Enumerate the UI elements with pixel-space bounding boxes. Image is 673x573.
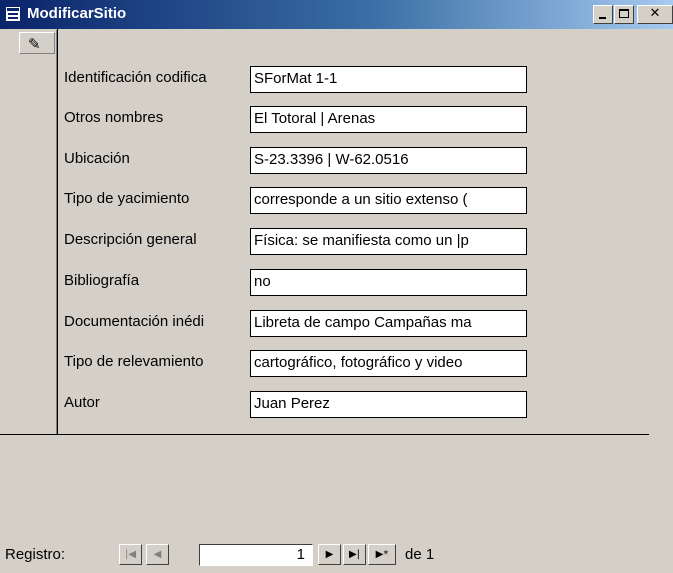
record-navigation-bar: Registro: |◀ ◀ 1 ▶ ▶| ▶* de 1	[0, 542, 673, 568]
first-record-icon: |◀	[124, 549, 137, 560]
close-button[interactable]: ✕	[637, 5, 673, 24]
bibliografia-field[interactable]: no	[250, 269, 527, 296]
otros-nombres-field[interactable]: El Totoral | Arenas	[250, 106, 527, 133]
previous-record-icon: ◀	[153, 549, 162, 560]
field-row-descripcion: Descripción general Física: se manifiest…	[0, 227, 673, 255]
field-row-otros-nombres: Otros nombres El Totoral | Arenas	[0, 105, 673, 133]
field-row-documentacion: Documentación inédi Libreta de campo Cam…	[0, 309, 673, 337]
last-record-icon: ▶|	[348, 549, 361, 560]
new-record-icon: ▶*	[375, 549, 389, 560]
close-icon: ✕	[649, 6, 661, 21]
title-bar[interactable]: ModificarSitio ✕	[0, 0, 673, 29]
documentacion-field[interactable]: Libreta de campo Campañas ma	[250, 310, 527, 337]
record-label: Registro:	[5, 546, 66, 563]
form-icon[interactable]	[5, 6, 21, 22]
field-row-ubicacion: Ubicación S-23.3396 | W-62.0516	[0, 146, 673, 174]
field-label: Identificación codifica	[64, 69, 207, 86]
field-label: Ubicación	[64, 150, 130, 167]
field-row-autor: Autor Juan Perez	[0, 390, 673, 418]
next-record-icon: ▶	[325, 549, 334, 560]
field-row-identificacion: Identificación codifica SForMat 1-1	[0, 65, 673, 93]
window-title: ModificarSitio	[27, 5, 127, 22]
record-count-text: de 1	[405, 546, 435, 563]
record-number-input[interactable]: 1	[199, 544, 313, 566]
previous-record-button[interactable]: ◀	[146, 544, 169, 565]
pencil-icon: ✎	[28, 35, 41, 53]
field-label: Documentación inédi	[64, 313, 205, 330]
form-window: ModificarSitio ✕ ✎ Identificación codifi…	[0, 0, 673, 573]
new-record-button[interactable]: ▶*	[368, 544, 396, 565]
field-row-bibliografia: Bibliografía no	[0, 268, 673, 296]
next-record-button[interactable]: ▶	[318, 544, 341, 565]
ubicacion-field[interactable]: S-23.3396 | W-62.0516	[250, 147, 527, 174]
maximize-icon	[619, 9, 629, 18]
descripcion-field[interactable]: Física: se manifiesta como un |p	[250, 228, 527, 255]
field-row-tipo-relevamiento: Tipo de relevamiento cartográfico, fotog…	[0, 349, 673, 377]
maximize-button[interactable]	[614, 5, 634, 24]
minimize-button[interactable]	[593, 5, 613, 24]
last-record-button[interactable]: ▶|	[343, 544, 366, 565]
tipo-yacimiento-field[interactable]: corresponde a un sitio extenso (	[250, 187, 527, 214]
field-label: Tipo de yacimiento	[64, 190, 190, 207]
field-label: Tipo de relevamiento	[64, 353, 204, 370]
identificacion-field[interactable]: SForMat 1-1	[250, 66, 527, 93]
minimize-icon	[599, 17, 606, 19]
field-label: Bibliografía	[64, 272, 140, 289]
field-label: Descripción general	[64, 231, 197, 248]
tipo-relevamiento-field[interactable]: cartográfico, fotográfico y video	[250, 350, 527, 377]
field-row-tipo-yacimiento: Tipo de yacimiento corresponde a un siti…	[0, 186, 673, 214]
form-detail: ✎ Identificación codifica SForMat 1-1 Ot…	[0, 29, 673, 573]
field-label: Otros nombres	[64, 109, 164, 126]
detail-bottom-divider	[0, 434, 649, 435]
first-record-button[interactable]: |◀	[119, 544, 142, 565]
field-label: Autor	[64, 394, 100, 411]
autor-field[interactable]: Juan Perez	[250, 391, 527, 418]
record-selector-cell[interactable]: ✎	[19, 32, 55, 54]
